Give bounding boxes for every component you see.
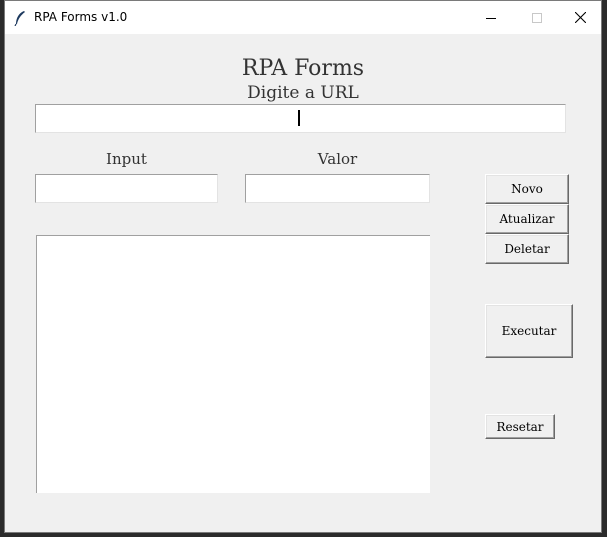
items-listbox[interactable] — [36, 235, 430, 493]
resetar-button[interactable]: Resetar — [485, 414, 555, 439]
executar-button[interactable]: Executar — [485, 304, 573, 358]
novo-button[interactable]: Novo — [485, 174, 569, 204]
input-field[interactable] — [35, 174, 218, 203]
title-bar[interactable]: RPA Forms v1.0 — [5, 1, 601, 34]
app-window: RPA Forms v1.0 RPA Forms Digite a URL In… — [4, 0, 602, 533]
window-title: RPA Forms v1.0 — [34, 10, 128, 24]
valor-field[interactable] — [245, 174, 430, 203]
input-label: Input — [106, 150, 147, 168]
app-title: RPA Forms — [241, 56, 365, 81]
feather-icon — [14, 11, 25, 26]
url-label: Digite a URL — [247, 83, 359, 103]
text-cursor — [298, 110, 300, 126]
url-input[interactable] — [35, 104, 566, 133]
close-button[interactable] — [557, 1, 603, 34]
atualizar-button[interactable]: Atualizar — [485, 204, 569, 234]
maximize-icon — [532, 12, 542, 23]
minimize-icon — [486, 17, 496, 19]
maximize-button[interactable] — [514, 1, 560, 34]
minimize-button[interactable] — [468, 1, 514, 34]
deletar-button[interactable]: Deletar — [485, 234, 569, 264]
valor-label: Valor — [317, 150, 358, 168]
close-icon — [574, 12, 586, 23]
